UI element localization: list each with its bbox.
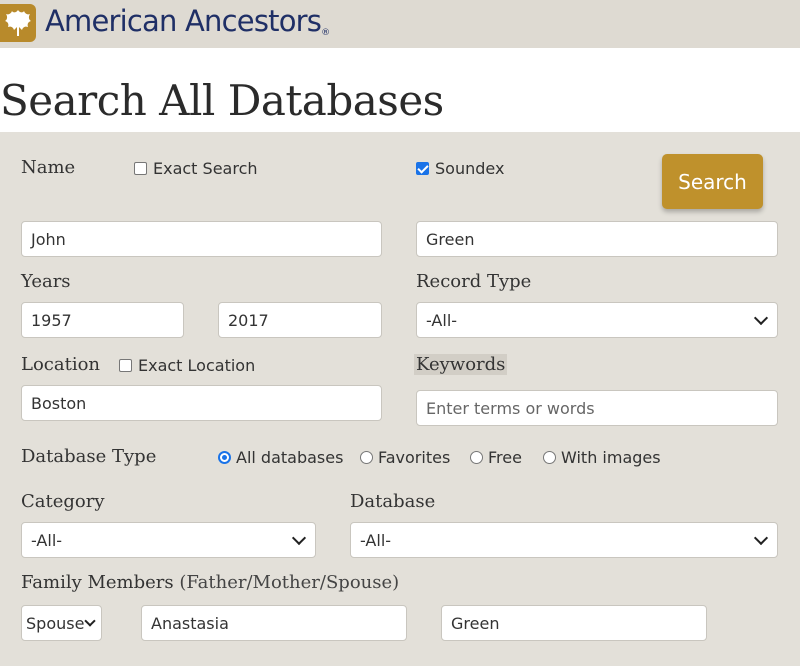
- year-from-input[interactable]: 1957: [21, 302, 184, 338]
- radio-all-databases[interactable]: All databases: [218, 448, 343, 467]
- chevron-down-icon: [291, 530, 307, 545]
- name-label: Name: [21, 157, 76, 178]
- chevron-down-icon: [753, 530, 769, 545]
- exact-search-checkbox[interactable]: Exact Search: [134, 159, 258, 178]
- radio-all-databases-dot[interactable]: [218, 451, 231, 464]
- radio-favorites[interactable]: Favorites: [360, 448, 450, 467]
- exact-search-box[interactable]: [134, 162, 147, 175]
- record-type-label: Record Type: [416, 271, 532, 292]
- soundex-box[interactable]: [416, 162, 429, 175]
- soundex-checkbox[interactable]: Soundex: [416, 159, 504, 178]
- radio-favorites-dot[interactable]: [360, 451, 373, 464]
- registered-mark: ®: [321, 28, 330, 38]
- first-name-input[interactable]: John: [21, 221, 382, 257]
- radio-favorites-label: Favorites: [378, 448, 451, 467]
- radio-free-dot[interactable]: [470, 451, 483, 464]
- exact-search-label: Exact Search: [153, 159, 258, 178]
- location-input[interactable]: Boston: [21, 385, 382, 421]
- record-type-value: -All-: [426, 310, 458, 330]
- last-name-input[interactable]: Green: [416, 221, 778, 257]
- chevron-down-icon: [84, 614, 96, 627]
- family-first-name-input[interactable]: Anastasia: [141, 605, 407, 641]
- site-logo[interactable]: American Ancestors®: [45, 4, 330, 38]
- keywords-label: Keywords: [414, 354, 508, 375]
- soundex-label: Soundex: [435, 159, 505, 178]
- radio-with-images[interactable]: With images: [543, 448, 661, 467]
- database-value: -All-: [360, 530, 392, 550]
- family-members-label: Family Members (Father/Mother/Spouse): [21, 572, 399, 593]
- family-members-title: Family Members: [21, 572, 174, 593]
- database-label: Database: [350, 491, 436, 512]
- database-type-label: Database Type: [21, 446, 157, 467]
- category-value: -All-: [31, 530, 63, 550]
- search-button[interactable]: Search: [662, 154, 763, 209]
- family-members-sublabel: (Father/Mother/Spouse): [179, 572, 400, 593]
- years-label: Years: [21, 271, 71, 292]
- oak-leaf-icon[interactable]: [0, 4, 36, 42]
- exact-location-label: Exact Location: [138, 356, 256, 375]
- year-to-input[interactable]: 2017: [218, 302, 382, 338]
- database-select[interactable]: -All-: [350, 522, 778, 558]
- page-title: Search All Databases: [0, 76, 444, 125]
- radio-free[interactable]: Free: [470, 448, 522, 467]
- relation-value: Spouse: [26, 613, 85, 633]
- exact-location-checkbox[interactable]: Exact Location: [119, 356, 255, 375]
- family-last-name-input[interactable]: Green: [441, 605, 707, 641]
- exact-location-box[interactable]: [119, 359, 132, 372]
- radio-free-label: Free: [488, 448, 522, 467]
- relation-select[interactable]: Spouse: [21, 605, 102, 641]
- radio-with-images-dot[interactable]: [543, 451, 556, 464]
- keywords-input[interactable]: Enter terms or words: [416, 390, 778, 426]
- chevron-down-icon: [753, 310, 769, 325]
- location-label: Location: [21, 354, 101, 375]
- logo-wordmark: American Ancestors: [45, 4, 322, 38]
- radio-with-images-label: With images: [561, 448, 661, 467]
- category-label: Category: [21, 491, 105, 512]
- category-select[interactable]: -All-: [21, 522, 316, 558]
- radio-all-databases-label: All databases: [236, 448, 344, 467]
- record-type-select[interactable]: -All-: [416, 302, 778, 338]
